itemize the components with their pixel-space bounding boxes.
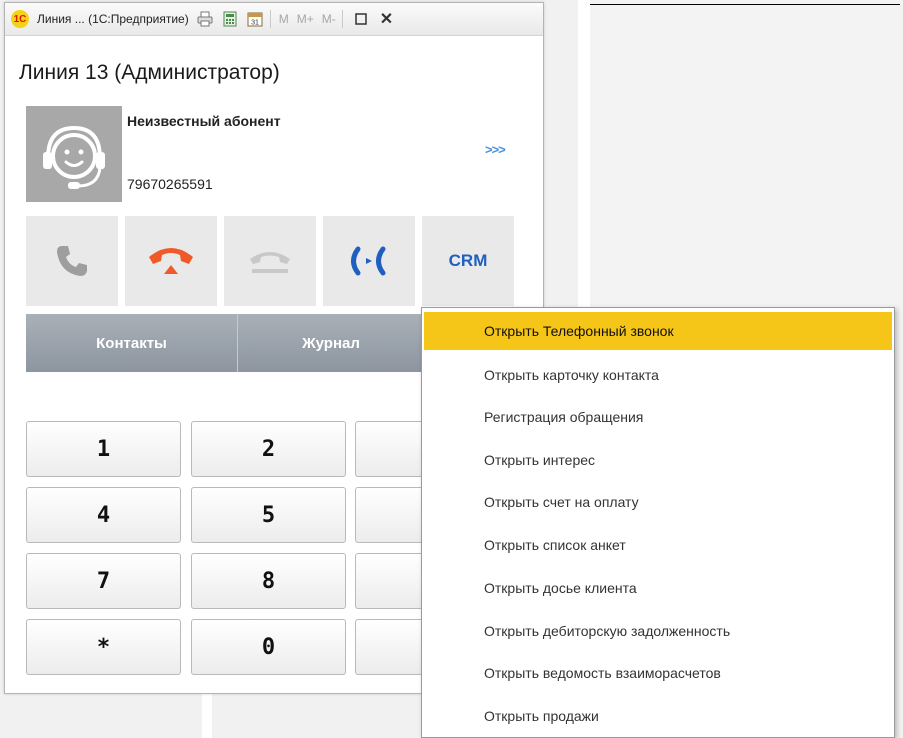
expand-arrows-button[interactable]: >>> xyxy=(485,142,506,157)
keypad-key-4[interactable]: 4 xyxy=(26,487,181,543)
menu-item-open-survey-list[interactable]: Открыть список анкет xyxy=(424,526,892,564)
keypad-key-star[interactable]: * xyxy=(26,619,181,675)
caller-name: Неизвестный абонент xyxy=(127,113,281,129)
1c-logo-icon: 1С xyxy=(11,10,29,28)
avatar xyxy=(26,106,122,202)
keypad-key-0[interactable]: 0 xyxy=(191,619,346,675)
calendar-day-text: 31 xyxy=(251,20,259,27)
keypad-key-5[interactable]: 5 xyxy=(191,487,346,543)
memory-button-m-plus[interactable]: M+ xyxy=(297,12,314,26)
memory-button-m[interactable]: M xyxy=(279,12,289,26)
maximize-icon[interactable] xyxy=(352,10,370,28)
close-icon[interactable]: ✕ xyxy=(380,9,393,29)
hold-call-button[interactable] xyxy=(224,216,316,306)
menu-item-open-interest[interactable]: Открыть интерес xyxy=(424,441,892,479)
window-title: Линия ... (1С:Предприятие) xyxy=(37,12,189,26)
keypad-key-7[interactable]: 7 xyxy=(26,553,181,609)
keypad-key-2[interactable]: 2 xyxy=(191,421,346,477)
transfer-call-button[interactable] xyxy=(323,216,415,306)
tab-contacts[interactable]: Контакты xyxy=(26,314,238,372)
line-title: Линия 13 (Администратор) xyxy=(19,61,280,84)
crm-button[interactable]: CRM xyxy=(422,216,514,306)
crm-label: CRM xyxy=(448,251,488,270)
headset-user-icon xyxy=(43,125,105,189)
print-icon[interactable] xyxy=(196,10,214,28)
menu-item-open-sales[interactable]: Открыть продажи xyxy=(424,697,892,735)
tab-contacts-label: Контакты xyxy=(96,334,167,352)
phone-answer-icon xyxy=(57,246,87,276)
toolbar-separator xyxy=(341,10,343,28)
phone-hold-icon xyxy=(250,252,290,273)
toolbar-separator xyxy=(269,10,271,28)
background-gap xyxy=(202,690,212,738)
menu-item-open-client-dossier[interactable]: Открыть досье клиента xyxy=(424,569,892,607)
phone-hangup-icon xyxy=(149,248,193,274)
answer-call-button[interactable] xyxy=(26,216,118,306)
crm-context-menu: Открыть Телефонный звонок Открыть карточ… xyxy=(421,307,895,738)
menu-item-open-phone-call[interactable]: Открыть Телефонный звонок xyxy=(424,312,892,350)
menu-item-open-receivables[interactable]: Открыть дебиторскую задолженность xyxy=(424,612,892,650)
menu-item-open-contact-card[interactable]: Открыть карточку контакта xyxy=(424,356,892,394)
keypad-key-1[interactable]: 1 xyxy=(26,421,181,477)
hangup-button[interactable] xyxy=(125,216,217,306)
divider-line xyxy=(590,4,900,5)
menu-item-open-invoice[interactable]: Открыть счет на оплату xyxy=(424,483,892,521)
menu-item-register-request[interactable]: Регистрация обращения xyxy=(424,398,892,436)
memory-button-m-minus[interactable]: M- xyxy=(322,12,336,26)
calendar-icon[interactable]: 31 xyxy=(246,10,264,28)
window-titlebar[interactable]: 1С Линия ... (1С:Предприятие) 31 M M+ M-… xyxy=(5,3,543,36)
keypad-key-8[interactable]: 8 xyxy=(191,553,346,609)
calculator-icon[interactable] xyxy=(221,10,239,28)
tab-journal-label: Журнал xyxy=(302,334,360,352)
phone-transfer-icon xyxy=(351,246,386,276)
caller-phone: 79670265591 xyxy=(127,176,213,192)
menu-item-open-settlement-statement[interactable]: Открыть ведомость взаиморасчетов xyxy=(424,654,892,692)
tab-journal[interactable]: Журнал xyxy=(238,314,425,372)
